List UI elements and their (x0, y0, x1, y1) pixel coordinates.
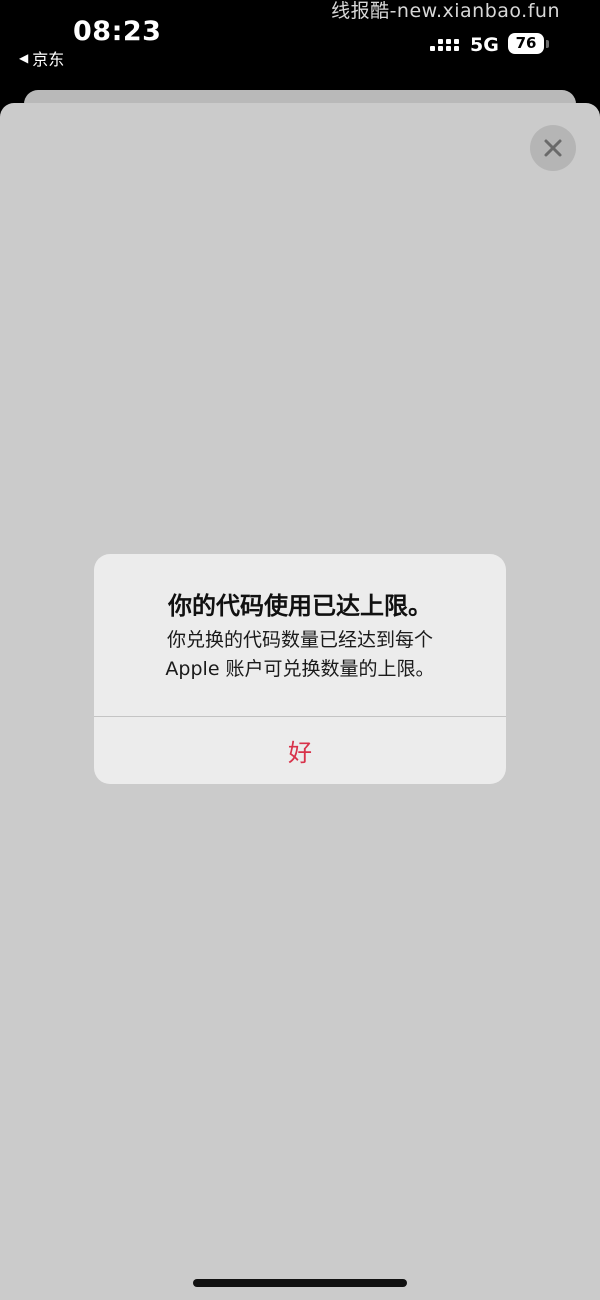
alert-message-line-2: Apple 账户可兑换数量的上限。 (165, 658, 435, 680)
alert-message: 你兑换的代码数量已经达到每个 Apple 账户可兑换数量的上限。 (124, 626, 476, 684)
status-bar: 08:23 ◀ 京东 线报酷-new.xianbao.fun 5G 76 (0, 0, 600, 90)
watermark-text: 线报酷-new.xianbao.fun (331, 0, 560, 22)
status-time: 08:23 (73, 16, 162, 47)
home-indicator[interactable] (193, 1279, 407, 1287)
cellular-signal-icon (430, 36, 462, 54)
ok-button[interactable]: 好 (94, 717, 506, 784)
back-arrow-icon: ◀ (19, 51, 29, 65)
close-button[interactable] (530, 125, 576, 171)
alert-message-line-1: 你兑换的代码数量已经达到每个 (166, 629, 433, 651)
close-icon (544, 139, 562, 157)
alert-dialog: 你的代码使用已达上限。 你兑换的代码数量已经达到每个 Apple 账户可兑换数量… (94, 554, 506, 784)
network-type: 5G (470, 34, 499, 56)
battery-tip (546, 40, 549, 48)
alert-title: 你的代码使用已达上限。 (168, 592, 432, 620)
battery-icon: 76 (508, 33, 544, 54)
back-to-app-button[interactable]: ◀ 京东 (19, 46, 64, 70)
back-app-label: 京东 (32, 50, 65, 69)
